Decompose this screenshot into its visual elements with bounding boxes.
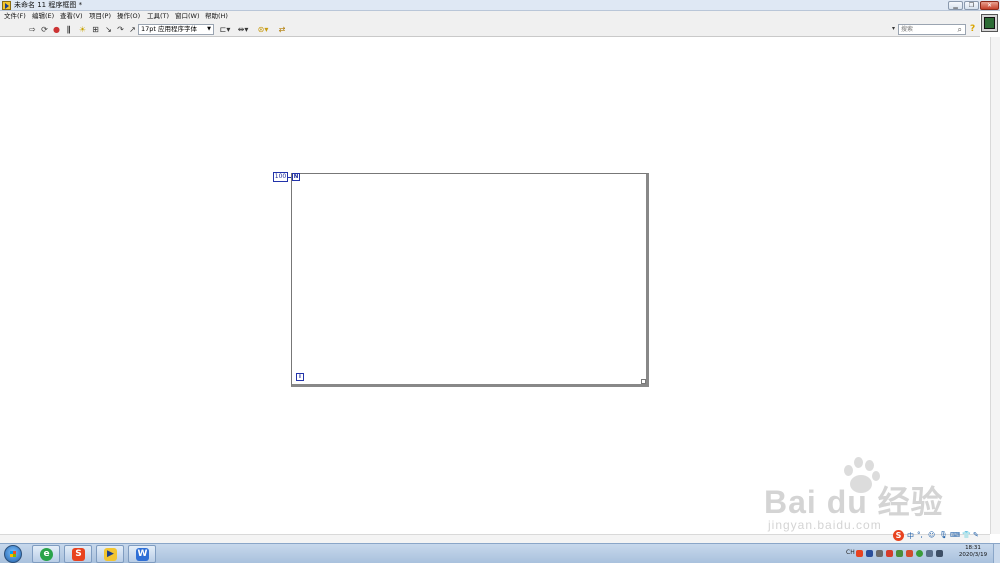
- menu-view[interactable]: 查看(V): [60, 12, 83, 21]
- sogou-input-icon: S: [72, 548, 85, 561]
- abort-icon[interactable]: ●: [52, 25, 61, 34]
- restore-icon: ❐: [968, 2, 975, 9]
- pause-icon[interactable]: ∥: [64, 25, 73, 34]
- update-tray-icon[interactable]: [916, 550, 923, 557]
- step-into-icon[interactable]: ↘: [104, 25, 113, 34]
- chevron-down-icon: ▼: [207, 26, 211, 32]
- labview-icon: ▶: [104, 548, 117, 561]
- window-title: 未命名 11 程序框图 *: [14, 1, 83, 9]
- keyboard-icon[interactable]: ⌨: [950, 531, 960, 539]
- run-continuously-icon[interactable]: ⟳: [40, 25, 49, 34]
- network-tray-icon[interactable]: [896, 550, 903, 557]
- taskbar-app-labview[interactable]: ▶: [96, 545, 124, 563]
- taskbar-app-ie[interactable]: e: [32, 545, 60, 563]
- wps-icon: W: [136, 548, 149, 561]
- vertical-scrollbar[interactable]: [990, 37, 1000, 534]
- chinese-mode-icon[interactable]: 中: [907, 531, 914, 541]
- tools-icon[interactable]: ✎: [973, 531, 979, 539]
- vi-icon-graphic: [984, 17, 995, 29]
- loop-count-constant[interactable]: 100: [273, 172, 288, 182]
- watermark-url: jingyan.baidu.com: [768, 518, 882, 532]
- minimize-icon: ▁: [953, 2, 958, 9]
- taskbar-app-sogou[interactable]: S: [64, 545, 92, 563]
- language-indicator[interactable]: CH: [846, 549, 855, 556]
- distribute-objects-icon[interactable]: ⇹▾: [237, 25, 249, 34]
- clock-time: 18:31: [965, 545, 981, 551]
- taskbar-clock[interactable]: 18:31 2020/3/19: [955, 545, 991, 559]
- menu-operate[interactable]: 操作(O): [117, 12, 140, 21]
- count-terminal[interactable]: N: [292, 173, 300, 181]
- iteration-terminal[interactable]: i: [296, 373, 304, 381]
- run-arrow-icon[interactable]: ⇨: [28, 25, 37, 34]
- minimize-button[interactable]: ▁: [948, 1, 963, 10]
- close-icon: ✕: [986, 2, 993, 9]
- reorder-icon[interactable]: ⊛▾: [257, 25, 269, 34]
- ime-toolbar: S 中 °, ☺ 🎙 ⌨ 👕 ✎: [893, 530, 997, 542]
- restore-button[interactable]: ❐: [964, 1, 979, 10]
- cleanup-diagram-icon[interactable]: ⇄: [276, 25, 288, 34]
- skin-icon[interactable]: 👕: [962, 531, 971, 539]
- taskbar-app-wps[interactable]: W: [128, 545, 156, 563]
- menu-tools[interactable]: 工具(T): [147, 12, 169, 21]
- highlight-execution-icon[interactable]: ☀: [78, 25, 87, 34]
- ie-browser-icon: e: [40, 548, 53, 561]
- menu-bar: 文件(F) 编辑(E) 查看(V) 项目(P) 操作(O) 工具(T) 窗口(W…: [0, 11, 980, 22]
- taskbar: e S ▶ W CH: [0, 543, 1000, 563]
- menu-project[interactable]: 项目(P): [89, 12, 111, 21]
- for-loop-structure[interactable]: [291, 173, 649, 387]
- align-objects-icon[interactable]: ⊏▾: [219, 25, 231, 34]
- menu-help[interactable]: 帮助(H): [205, 12, 228, 21]
- title-bar: 未命名 11 程序框图 * ▁ ❐ ✕: [0, 0, 1000, 11]
- signal-icon[interactable]: [936, 550, 943, 557]
- watermark-main-text: Bai du 经验: [764, 484, 944, 520]
- search-icon[interactable]: ⌕: [958, 25, 962, 34]
- menu-window[interactable]: 窗口(W): [175, 12, 200, 21]
- vi-icon[interactable]: [981, 14, 998, 32]
- show-desktop-button[interactable]: [993, 544, 1000, 563]
- search-input[interactable]: 搜索 ⌕: [898, 24, 966, 35]
- font-select-value: 17pt 应用程序字体: [141, 25, 198, 33]
- toolbar: ⇨ ⟳ ● ∥ ☀ ⊞ ↘ ↷ ↗ 17pt 应用程序字体 ▼ ⊏▾ ⇹▾ ⊛▾…: [0, 22, 980, 37]
- punctuation-icon[interactable]: °,: [917, 531, 923, 539]
- volume-icon[interactable]: [926, 550, 933, 557]
- labview-app-icon[interactable]: [2, 1, 11, 10]
- sogou-tray-icon[interactable]: [856, 550, 863, 557]
- emoji-icon[interactable]: ☺: [928, 531, 935, 539]
- voice-icon[interactable]: 🎙: [939, 531, 948, 539]
- menu-edit[interactable]: 编辑(E): [32, 12, 54, 21]
- menu-file[interactable]: 文件(F): [4, 12, 26, 21]
- retain-wire-values-icon[interactable]: ⊞: [91, 25, 100, 34]
- close-button[interactable]: ✕: [980, 1, 999, 10]
- step-out-icon[interactable]: ↗: [128, 25, 137, 34]
- start-button[interactable]: [4, 545, 22, 563]
- context-help-icon[interactable]: ?: [970, 24, 975, 34]
- security-tray-icon[interactable]: [886, 550, 893, 557]
- sogou-ime-icon[interactable]: S: [893, 530, 904, 541]
- help-tray-icon[interactable]: [866, 550, 873, 557]
- labview-block-diagram-window: 未命名 11 程序框图 * ▁ ❐ ✕ 文件(F) 编辑(E) 查看(V) 项目…: [0, 0, 1000, 563]
- loop-resize-handle[interactable]: [641, 379, 646, 384]
- step-over-icon[interactable]: ↷: [116, 25, 125, 34]
- font-select[interactable]: 17pt 应用程序字体 ▼: [138, 24, 214, 35]
- clock-date: 2020/3/19: [958, 552, 988, 558]
- search-options-icon[interactable]: ▾: [892, 25, 895, 32]
- search-placeholder: 搜索: [901, 26, 914, 33]
- tray-icon[interactable]: [876, 550, 883, 557]
- antivirus-tray-icon[interactable]: [906, 550, 913, 557]
